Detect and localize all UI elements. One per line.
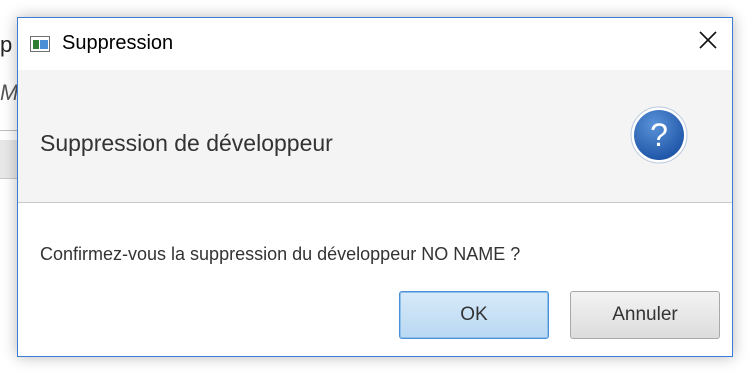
app-window-icon: [30, 36, 50, 52]
confirmation-dialog: Suppression Suppression de développeur ?…: [17, 17, 733, 357]
dialog-titlebar[interactable]: Suppression: [18, 18, 732, 70]
confirmation-message: Confirmez-vous la suppression du dévelop…: [40, 244, 521, 264]
ok-button[interactable]: OK: [399, 291, 549, 339]
close-icon: [699, 31, 717, 49]
question-icon: ?: [630, 106, 688, 164]
svg-text:?: ?: [650, 117, 668, 153]
background-text-fragment: p: [0, 32, 13, 57]
header-text: Suppression de développeur: [40, 130, 333, 156]
close-button[interactable]: [684, 18, 732, 62]
dialog-title: Suppression: [62, 32, 174, 54]
cancel-button[interactable]: Annuler: [570, 291, 720, 339]
dialog-header: Suppression de développeur ?: [18, 70, 732, 203]
background-text-fragment: M: [0, 80, 18, 105]
